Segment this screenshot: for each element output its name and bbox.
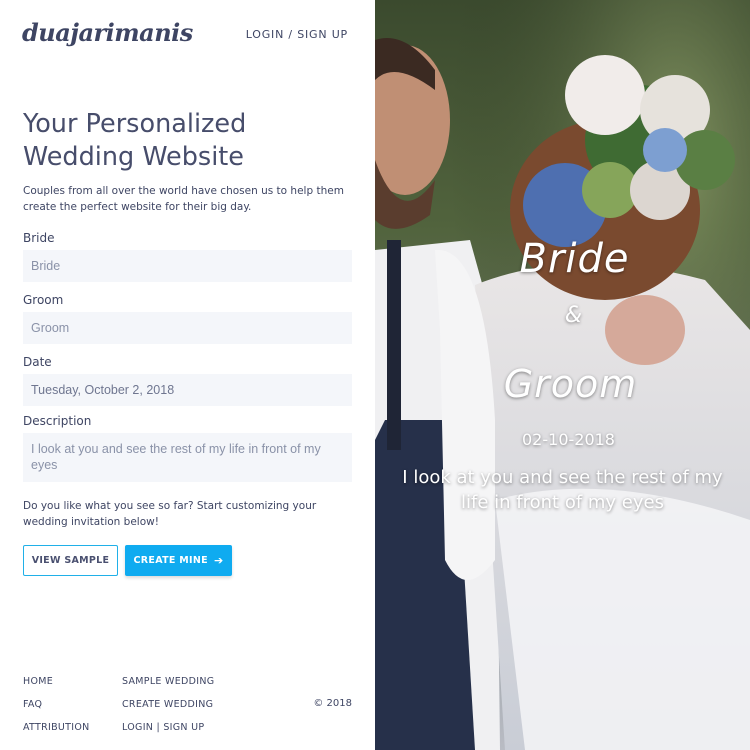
arrow-right-icon: ➔ bbox=[213, 554, 224, 567]
footer-link-home[interactable]: HOME bbox=[23, 676, 53, 687]
bride-input[interactable]: Bride bbox=[23, 250, 352, 282]
footer-link-create-wedding[interactable]: CREATE WEDDING bbox=[122, 699, 213, 710]
description-textarea[interactable]: I look at you and see the rest of my lif… bbox=[23, 433, 352, 482]
view-sample-label: VIEW SAMPLE bbox=[31, 555, 110, 566]
create-mine-button[interactable]: CREATE MINE ➔ bbox=[125, 545, 232, 576]
bride-label: Bride bbox=[23, 231, 55, 245]
footer-link-login-signup[interactable]: LOGIN | SIGN UP bbox=[122, 722, 204, 733]
page-subtitle: Couples from all over the world have cho… bbox=[23, 185, 344, 213]
invitation-preview: Bride & Groom 02-10-2018 I look at you a… bbox=[375, 0, 750, 750]
footer-link-attribution[interactable]: ATTRIBUTION bbox=[23, 722, 90, 733]
preview-description: I look at you and see the rest of my lif… bbox=[402, 467, 723, 513]
preview-ampersand: & bbox=[564, 303, 583, 328]
preview-groom-name: Groom bbox=[503, 362, 638, 406]
footer-link-faq[interactable]: FAQ bbox=[23, 699, 42, 710]
brand-logo[interactable]: duajarimanis bbox=[22, 18, 193, 47]
preview-bride-name: Bride bbox=[519, 236, 630, 282]
preview-date: 02-10-2018 bbox=[522, 430, 615, 449]
footer-link-sample-wedding[interactable]: SAMPLE WEDDING bbox=[122, 676, 214, 687]
date-label: Date bbox=[23, 355, 52, 369]
customize-prompt: Do you like what you see so far? Start c… bbox=[23, 500, 317, 528]
date-input[interactable]: Tuesday, October 2, 2018 bbox=[23, 374, 352, 406]
groom-input[interactable]: Groom bbox=[23, 312, 352, 344]
description-label: Description bbox=[23, 414, 92, 428]
login-signup-link[interactable]: LOGIN / SIGN UP bbox=[246, 28, 348, 41]
page-title: Your Personalized Wedding Website bbox=[23, 109, 247, 172]
form-panel: duajarimanis LOGIN / SIGN UP Your Person… bbox=[0, 0, 375, 750]
view-sample-button[interactable]: VIEW SAMPLE bbox=[23, 545, 118, 576]
groom-label: Groom bbox=[23, 293, 64, 307]
copyright: © 2018 bbox=[313, 698, 352, 709]
create-mine-label: CREATE MINE bbox=[133, 555, 208, 566]
